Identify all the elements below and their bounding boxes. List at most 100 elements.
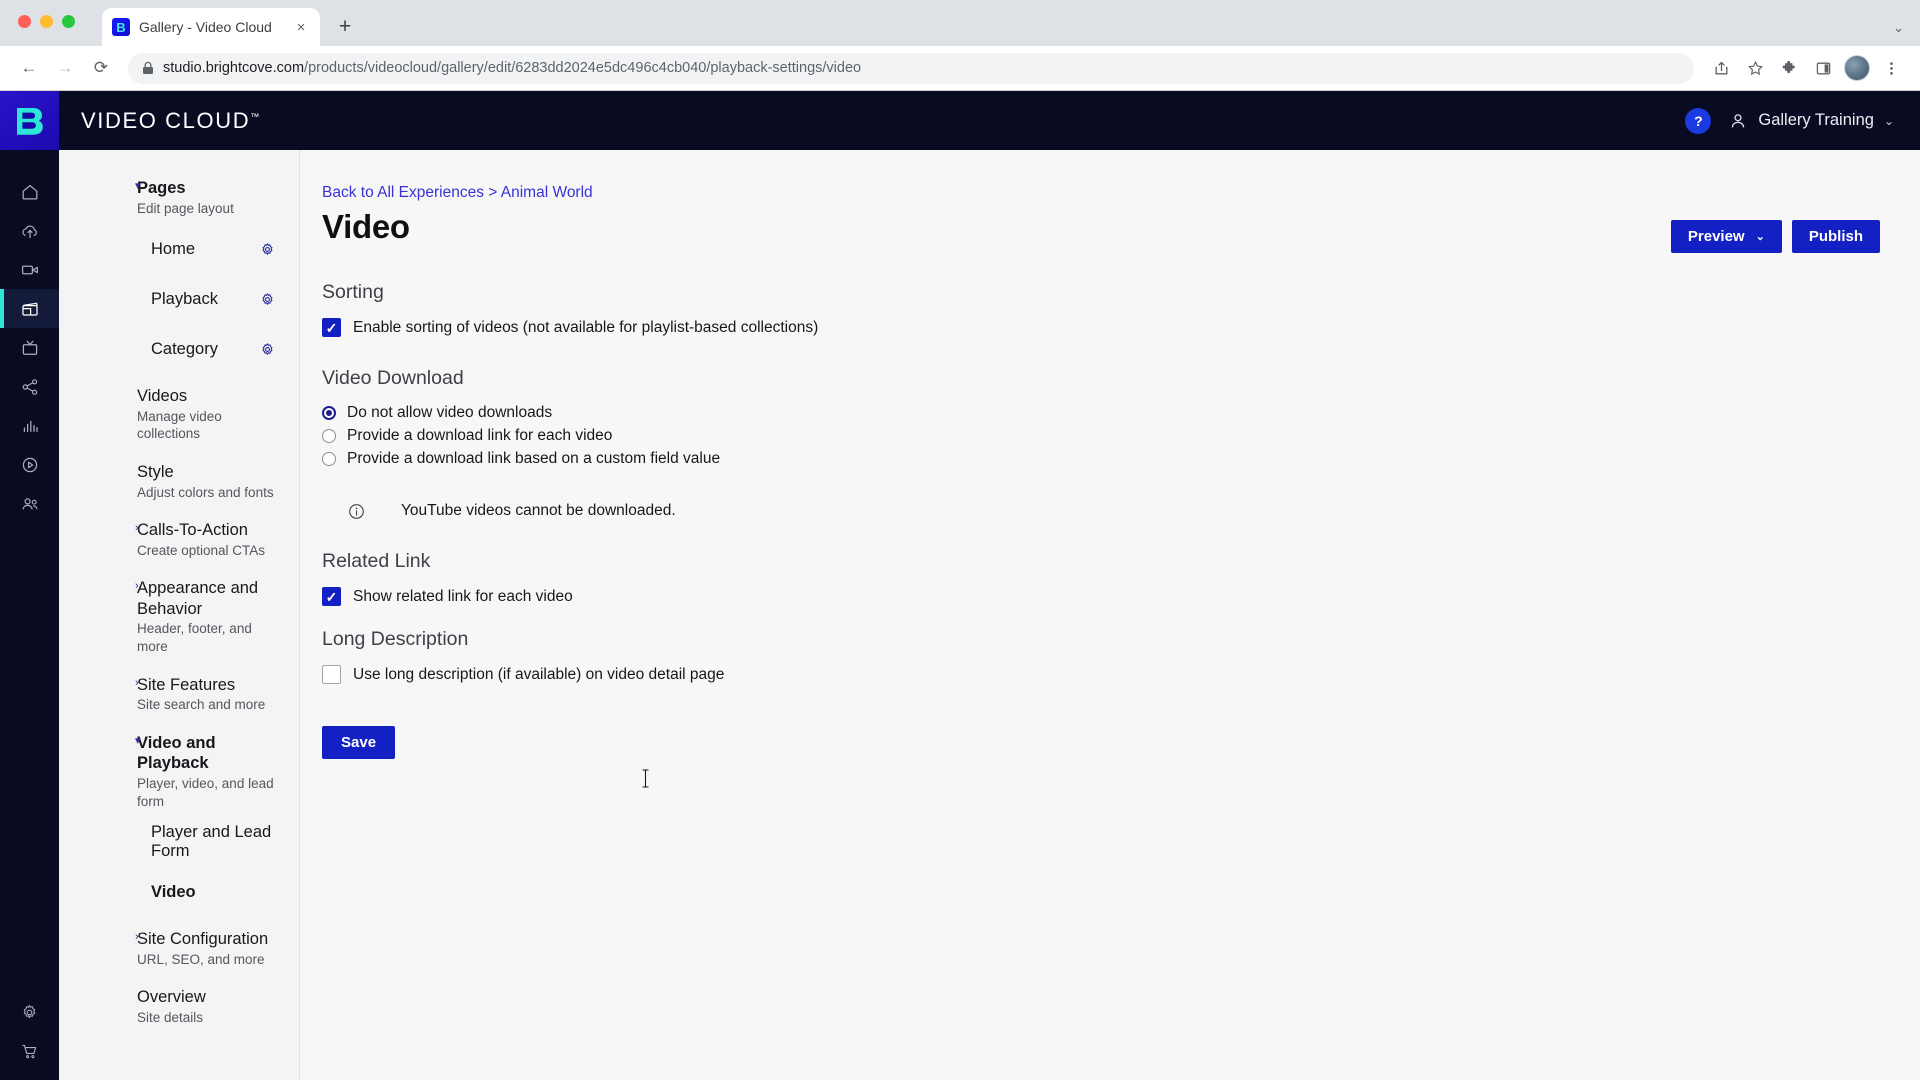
rail-item-audience[interactable] (0, 484, 59, 523)
sidebar-group-overview[interactable]: Overview Site details (59, 987, 299, 1026)
forward-button[interactable]: → (50, 53, 80, 83)
gear-icon[interactable] (260, 292, 275, 307)
brightcove-logo-icon[interactable] (0, 91, 59, 150)
rail-item-social[interactable] (0, 367, 59, 406)
rail-item-list (0, 150, 59, 523)
rail-item-players[interactable] (0, 445, 59, 484)
sidebar-group-calls-to-action[interactable]: › Calls-To-Action Create optional CTAs (59, 520, 299, 559)
use-long-description-checkbox[interactable] (322, 665, 341, 684)
rail-item-marketplace[interactable] (0, 1040, 59, 1062)
sidebar-group-subtitle: Player, video, and lead form (137, 776, 274, 809)
show-related-link-checkbox[interactable]: ✓ (322, 587, 341, 606)
toolbar-icon-group (1706, 53, 1906, 83)
close-window-button[interactable] (18, 15, 31, 28)
share-icon[interactable] (1706, 53, 1736, 83)
main-inner: Back to All Experiences > Animal World V… (300, 150, 1920, 759)
sidebar-group-site-configuration[interactable]: › Site Configuration URL, SEO, and more (59, 929, 299, 968)
section-heading-sorting: Sorting (322, 281, 384, 303)
use-long-description-label: Use long description (if available) on v… (353, 665, 725, 683)
sidebar-item-label: Playback (151, 289, 218, 308)
share-network-icon (22, 378, 37, 395)
close-tab-icon[interactable]: × (292, 18, 310, 36)
minimize-window-button[interactable] (40, 15, 53, 28)
sidebar-item-video[interactable]: Video (59, 879, 299, 905)
sidebar-group-title: Video and Playback (137, 733, 216, 773)
new-tab-button[interactable]: + (330, 12, 360, 42)
main-content: Back to All Experiences > Animal World V… (300, 150, 1920, 1080)
sidebar-group-site-features[interactable]: › Site Features Site search and more (59, 675, 299, 714)
sidebar-group-title: Style (137, 462, 174, 481)
profile-avatar[interactable] (1842, 53, 1872, 83)
sidebar-item-playback[interactable]: Playback (59, 286, 299, 312)
sidebar-group-title: Calls-To-Action (137, 521, 248, 540)
video-camera-icon (21, 265, 38, 274)
sidebar-group-style[interactable]: Style Adjust colors and fonts (59, 462, 299, 501)
sidebar-item-player-and-lead-form[interactable]: Player and Lead Form (59, 823, 299, 860)
sidebar-group-appearance-and-behavior[interactable]: › Appearance and Behavior Header, footer… (59, 578, 299, 655)
rail-item-gallery[interactable] (0, 289, 59, 328)
rail-item-analytics[interactable] (0, 406, 59, 445)
sidebar-group-title: Site Configuration (137, 930, 269, 949)
radio-download-link-each-video[interactable] (322, 429, 336, 443)
radio-download-link-custom-field[interactable] (322, 452, 336, 466)
sidebar-group-videos[interactable]: Videos Manage video collections (59, 386, 299, 443)
lock-icon (143, 61, 153, 74)
preview-button[interactable]: Preview ⌄ (1670, 220, 1782, 253)
chevron-right-icon: › (135, 676, 139, 689)
sidebar-item-label: Category (151, 339, 218, 358)
related-link-checkbox-row[interactable]: ✓ Show related link for each video (322, 587, 1880, 606)
gear-icon[interactable] (260, 342, 275, 357)
secondary-sidebar: ▾ Pages Edit page layout Home Playback C… (59, 150, 300, 1080)
gallery-icon (21, 302, 38, 316)
browser-tab[interactable]: B Gallery - Video Cloud × (102, 8, 320, 46)
tab-title: Gallery - Video Cloud (139, 19, 272, 35)
info-circle-icon (348, 503, 365, 520)
sidebar-group-pages[interactable]: ▾ Pages Edit page layout (59, 178, 299, 217)
radio-row-do-not-allow[interactable]: Do not allow video downloads (322, 404, 1880, 422)
gear-icon (23, 1004, 36, 1018)
radio-row-custom-field[interactable]: Provide a download link based on a custo… (322, 450, 1880, 468)
sidebar-item-home[interactable]: Home (59, 236, 299, 262)
sidebar-item-category[interactable]: Category (59, 336, 299, 362)
check-icon: ✓ (325, 319, 338, 336)
publish-button[interactable]: Publish (1791, 220, 1880, 253)
extensions-puzzle-icon[interactable] (1774, 53, 1804, 83)
long-description-checkbox-row[interactable]: Use long description (if available) on v… (322, 665, 1880, 684)
address-bar[interactable]: studio.brightcove.com/products/videoclou… (128, 52, 1694, 84)
sidebar-group-title: Videos (137, 387, 188, 406)
bookmark-star-icon[interactable] (1740, 53, 1770, 83)
browser-window: B Gallery - Video Cloud × + ⌄ ← → ⟳ stud… (0, 0, 1920, 1080)
rail-item-live[interactable] (0, 328, 59, 367)
account-name: Gallery Training (1758, 111, 1874, 129)
account-menu[interactable]: Gallery Training ⌄ (1728, 111, 1894, 131)
save-button[interactable]: Save (322, 726, 396, 759)
radio-label: Provide a download link based on a custo… (347, 450, 721, 467)
maximize-window-button[interactable] (62, 15, 75, 28)
help-icon[interactable]: ? (1685, 107, 1712, 134)
tv-broadcast-icon (22, 340, 37, 355)
youtube-note: YouTube videos cannot be downloaded. (348, 502, 1880, 520)
tabstrip-menu-caret[interactable]: ⌄ (1893, 20, 1904, 36)
radio-do-not-allow-downloads[interactable] (322, 406, 336, 420)
chrome-menu-icon[interactable] (1876, 53, 1906, 83)
chevron-right-icon: › (135, 931, 139, 944)
rail-item-admin[interactable] (0, 1001, 59, 1023)
analytics-bars-icon (23, 420, 38, 432)
radio-row-link-each-video[interactable]: Provide a download link for each video (322, 427, 1880, 445)
reload-button[interactable]: ⟳ (86, 53, 116, 83)
player-circle-icon (22, 457, 37, 472)
rail-item-upload[interactable] (0, 211, 59, 250)
enable-sorting-checkbox[interactable]: ✓ (322, 318, 341, 337)
sidebar-group-title: Appearance and Behavior (137, 579, 259, 618)
sidebar-group-subtitle: Site search and more (137, 697, 266, 713)
back-button[interactable]: ← (14, 53, 44, 83)
sidebar-group-video-and-playback[interactable]: ▾ Video and Playback Player, video, and … (59, 733, 299, 810)
rail-item-home[interactable] (0, 172, 59, 211)
breadcrumb[interactable]: Back to All Experiences > Animal World (322, 184, 593, 202)
rail-item-media[interactable] (0, 250, 59, 289)
sidebar-group-subtitle: Adjust colors and fonts (137, 484, 274, 500)
side-panel-icon[interactable] (1808, 53, 1838, 83)
sorting-checkbox-row[interactable]: ✓ Enable sorting of videos (not availabl… (322, 318, 1880, 337)
gear-icon[interactable] (260, 242, 275, 257)
application-area: VIDEO CLOUD™ ? Gallery Training ⌄ ▾ Page… (0, 91, 1920, 1080)
